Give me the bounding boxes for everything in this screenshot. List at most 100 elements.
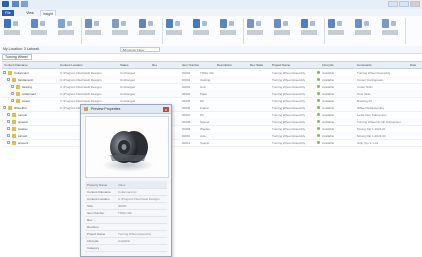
expand-toggle-icon[interactable]: [7, 133, 10, 137]
ribbon-label: [382, 30, 398, 35]
dialog-close-button[interactable]: x: [163, 106, 169, 112]
change-small-icon[interactable]: [256, 21, 261, 26]
cell-life: Available: [322, 105, 335, 110]
cell-item: 00009: [182, 126, 191, 131]
select-small-icon[interactable]: [121, 21, 126, 26]
lifecycle-status-icon: [317, 141, 320, 144]
column-header[interactable]: Comments: [357, 63, 372, 67]
properties-icon[interactable]: [220, 19, 227, 28]
column-header[interactable]: Lifecycle: [322, 63, 334, 67]
column-header[interactable]: Content Location: [60, 63, 83, 67]
save-icon[interactable]: [12, 1, 19, 7]
cell-item: 00006: [182, 105, 191, 110]
expand-toggle-icon[interactable]: [11, 84, 14, 88]
cell-desc: Spacer: [200, 140, 210, 145]
bom-small-icon[interactable]: [94, 21, 99, 26]
lifecycle-status-icon: [317, 92, 320, 95]
maximize-button[interactable]: [399, 1, 409, 7]
settings-small-icon[interactable]: [391, 21, 396, 26]
table-row[interactable]: spacerll 00011 Spacer Turning Wheel Assembl…: [2, 139, 422, 147]
property-name: Content Filename: [87, 190, 111, 194]
cell-proj: Turning Wheel Assembly: [272, 112, 306, 117]
report-icon[interactable]: [328, 19, 335, 28]
select-icon[interactable]: [112, 19, 119, 28]
expand-toggle-icon[interactable]: [7, 119, 10, 123]
cell-name: Coltarmanl: [14, 70, 29, 75]
property-name: Revision: [87, 225, 99, 229]
cell-comm: Leafs Item Subsection: [357, 112, 387, 117]
document-tab[interactable]: Turning Wheel: [2, 54, 32, 60]
cell-name: coltarmanl: [22, 91, 36, 96]
part-file-icon: [12, 140, 16, 145]
path-field[interactable]: $/Inventor Files/: [120, 47, 160, 52]
expand-toggle-icon[interactable]: [7, 112, 10, 116]
cell-life: Available: [322, 91, 335, 96]
property-name: Item Number: [87, 211, 105, 215]
edit-small-icon[interactable]: [40, 21, 45, 26]
lifecycle-status-icon: [317, 99, 320, 102]
property-row[interactable]: Category: [85, 244, 167, 252]
report-small-icon[interactable]: [337, 21, 342, 26]
ribbon-separator: [243, 18, 244, 44]
export-icon[interactable]: [355, 19, 362, 28]
expand-toggle-icon[interactable]: [3, 105, 6, 109]
edit-icon[interactable]: [31, 19, 38, 28]
ribbon-label: [193, 30, 209, 35]
column-header[interactable]: Project Name: [272, 63, 290, 67]
lifecycle-status-icon: [317, 127, 320, 130]
minimize-button[interactable]: [388, 1, 398, 7]
cell-comm: Cursor Configurator: [357, 77, 384, 82]
close-button[interactable]: [410, 1, 420, 7]
lifecycle-status-icon: [317, 78, 320, 81]
cell-item: 00001: [182, 70, 191, 75]
cell-proj: Turning Wheel Assembly: [272, 70, 306, 75]
copy-small-icon[interactable]: [67, 21, 72, 26]
expand-toggle-icon[interactable]: [7, 126, 10, 130]
column-header[interactable]: Date: [410, 63, 416, 67]
expand-toggle-icon[interactable]: [11, 98, 14, 102]
history-small-icon[interactable]: [283, 21, 288, 26]
filter-icon[interactable]: [139, 19, 146, 28]
find-small-icon[interactable]: [175, 21, 180, 26]
property-value: Value: [118, 183, 126, 187]
find-icon[interactable]: [166, 19, 173, 28]
cell-name: washer: [18, 126, 28, 131]
wheel-preview-image: [102, 131, 154, 172]
cell-name: turnaxl: [18, 133, 28, 138]
column-header[interactable]: Content Filename: [4, 63, 28, 67]
column-header[interactable]: Rev: [152, 63, 157, 67]
settings-icon[interactable]: [382, 19, 389, 28]
expand-toggle-icon[interactable]: [7, 77, 10, 81]
location-label: My Location: 3 Laborsit: [3, 47, 40, 51]
export-small-icon[interactable]: [364, 21, 369, 26]
ribbon-label: [85, 30, 101, 35]
cell-name: ssteel: [22, 98, 30, 103]
copy-icon[interactable]: [58, 19, 65, 28]
where-used-icon[interactable]: [301, 19, 308, 28]
column-header[interactable]: Rev State: [250, 63, 263, 67]
filter-small-icon[interactable]: [148, 21, 153, 26]
undo-icon[interactable]: [21, 1, 28, 7]
where-used-small-icon[interactable]: [310, 21, 315, 26]
column-header[interactable]: Item Number: [182, 63, 199, 67]
change-icon[interactable]: [247, 19, 254, 28]
properties-small-icon[interactable]: [229, 21, 234, 26]
expand-toggle-icon[interactable]: [7, 140, 10, 144]
history-icon[interactable]: [274, 19, 281, 28]
app-logo-icon[interactable]: [2, 1, 9, 7]
property-name: Lifecycle: [87, 239, 99, 243]
cell-life: Available: [322, 70, 335, 75]
workflow-icon[interactable]: [193, 19, 200, 28]
ribbon-separator: [81, 18, 82, 44]
ribbon-label: [301, 30, 317, 35]
dialog-titlebar[interactable]: Preview Properties x: [81, 105, 171, 114]
bom-icon[interactable]: [85, 19, 92, 28]
open-small-icon[interactable]: [13, 21, 18, 26]
column-header[interactable]: Status: [120, 63, 129, 67]
expand-toggle-icon[interactable]: [3, 70, 6, 74]
workflow-small-icon[interactable]: [202, 21, 207, 26]
cell-item: 00005: [182, 98, 191, 103]
open-icon[interactable]: [4, 19, 11, 28]
expand-toggle-icon[interactable]: [11, 91, 14, 95]
column-header[interactable]: Description: [217, 63, 232, 67]
